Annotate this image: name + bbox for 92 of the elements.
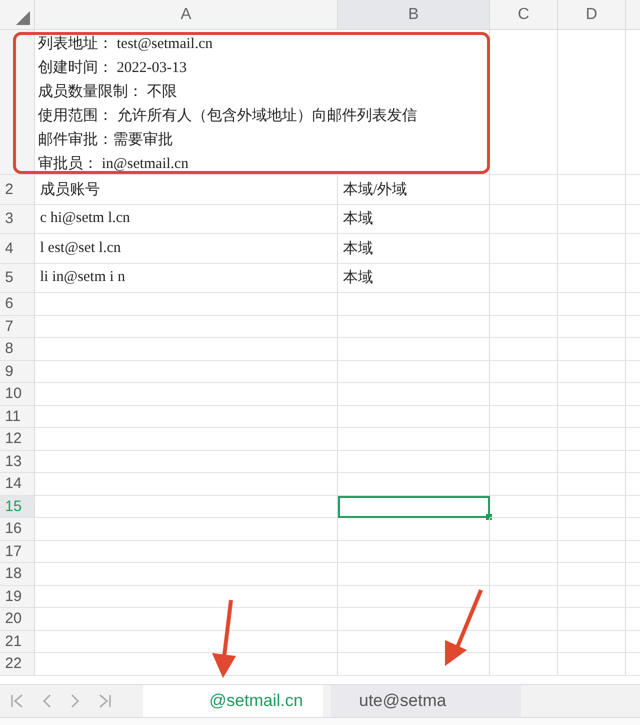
row-number[interactable]: 16 — [0, 518, 35, 540]
row-number[interactable]: 9 — [0, 360, 35, 383]
sheet-tab[interactable]: @setmail.cn — [143, 684, 323, 716]
table-cell — [558, 204, 626, 234]
triangle-icon — [16, 11, 30, 25]
table-cell — [490, 608, 558, 630]
row-number[interactable]: 3 — [0, 204, 35, 234]
column-header[interactable]: B — [338, 0, 490, 30]
table-cell: 成员账号 — [35, 175, 338, 204]
table-cell: 本域 — [338, 234, 490, 264]
table-cell — [490, 316, 558, 338]
row-number[interactable]: 21 — [0, 630, 35, 653]
cell-text: 邮件审批：需要审批 — [38, 130, 174, 150]
table-cell — [490, 450, 558, 473]
table-cell — [558, 496, 626, 518]
arrow-icon — [209, 598, 239, 680]
row-number[interactable]: 2 — [0, 175, 35, 204]
table-cell — [558, 316, 626, 338]
table-cell — [558, 563, 626, 586]
table-cell — [490, 518, 558, 540]
row-number[interactable]: 22 — [0, 653, 35, 676]
row-number[interactable]: 18 — [0, 563, 35, 586]
table-cell — [490, 175, 558, 204]
column-header[interactable]: C — [490, 0, 558, 30]
row-number[interactable]: 11 — [0, 406, 35, 428]
table-cell — [558, 338, 626, 360]
table-cell: 本域 — [338, 204, 490, 234]
table-cell: 本域 — [338, 264, 490, 293]
table-cell — [558, 450, 626, 473]
row-number[interactable]: 5 — [0, 264, 35, 293]
table-cell — [490, 586, 558, 608]
cell-text: 审批员： in@setmail.cn — [38, 154, 190, 174]
row-number[interactable]: 19 — [0, 586, 35, 608]
table-cell — [490, 428, 558, 450]
table-cell: li in@setm i n — [35, 264, 338, 293]
row-number[interactable]: 7 — [0, 316, 35, 338]
table-cell — [490, 563, 558, 586]
table-cell — [490, 653, 558, 676]
cell-text: 成员数量限制： 不限 — [38, 82, 178, 102]
table-cell — [558, 540, 626, 563]
row-number[interactable]: 17 — [0, 540, 35, 563]
table-cell — [558, 234, 626, 264]
sheet-tab[interactable]: ute@setma — [331, 684, 521, 716]
table-cell — [558, 653, 626, 676]
row-number[interactable]: 10 — [0, 383, 35, 406]
table-cell — [558, 473, 626, 496]
row-number[interactable]: 13 — [0, 450, 35, 473]
table-cell — [490, 540, 558, 563]
selected-cell[interactable] — [338, 496, 490, 518]
table-cell — [490, 264, 558, 293]
table-cell — [490, 293, 558, 316]
table-cell: 本域/外域 — [338, 175, 490, 204]
column-header[interactable] — [626, 0, 640, 30]
row-number[interactable]: 12 — [0, 428, 35, 450]
cell-text: 列表地址： test@setmail.cn — [38, 34, 214, 54]
table-cell — [490, 360, 558, 383]
table-cell — [558, 608, 626, 630]
table-cell — [558, 518, 626, 540]
table-cell — [558, 383, 626, 406]
select-all-corner[interactable] — [0, 0, 35, 30]
table-cell — [558, 175, 626, 204]
cell-text: 使用范围： 允许所有人（包含外域地址）向邮件列表发信 — [38, 106, 417, 126]
table-cell — [490, 630, 558, 653]
table-cell: l est@set l.cn — [35, 234, 338, 264]
previous-sheet-icon[interactable] — [42, 692, 52, 708]
table-cell — [558, 360, 626, 383]
table-cell — [490, 496, 558, 518]
table-cell — [558, 428, 626, 450]
column-header[interactable]: D — [558, 0, 626, 30]
table-cell — [490, 473, 558, 496]
table-cell — [558, 293, 626, 316]
row-number[interactable]: 20 — [0, 608, 35, 630]
table-cell — [490, 234, 558, 264]
last-sheet-icon[interactable] — [98, 692, 112, 708]
table-cell — [490, 383, 558, 406]
cell-text: 创建时间： 2022-03-13 — [38, 58, 188, 78]
table-cell: c hi@setm l.cn — [35, 204, 338, 234]
row-number[interactable]: 8 — [0, 338, 35, 360]
next-sheet-icon[interactable] — [70, 692, 80, 708]
row-number[interactable]: 4 — [0, 234, 35, 264]
row-header[interactable] — [0, 30, 35, 175]
table-cell — [490, 338, 558, 360]
column-header[interactable]: A — [35, 0, 338, 30]
table-cell — [558, 264, 626, 293]
table-cell — [558, 630, 626, 653]
table-cell — [490, 204, 558, 234]
table-cell — [558, 406, 626, 428]
row-number[interactable]: 6 — [0, 293, 35, 316]
row-number[interactable]: 14 — [0, 473, 35, 496]
table-cell — [558, 586, 626, 608]
table-cell — [490, 406, 558, 428]
first-sheet-icon[interactable] — [10, 692, 24, 708]
